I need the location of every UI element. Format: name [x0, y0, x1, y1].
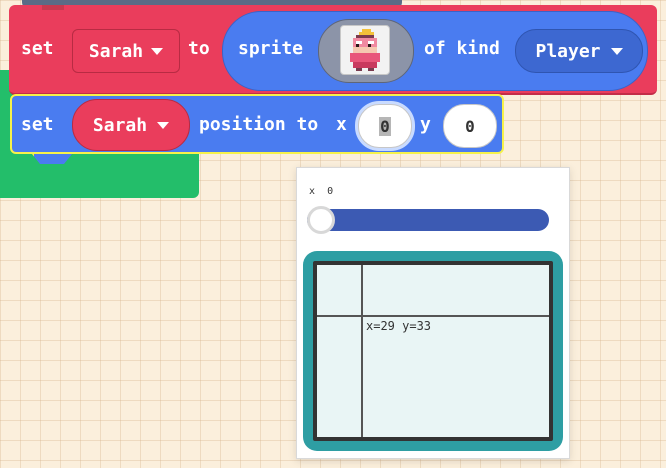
variable-dropdown[interactable]: Sarah [72, 29, 180, 73]
variable-dropdown[interactable]: Sarah [72, 99, 190, 151]
caret-down-icon [610, 47, 623, 55]
x-slider-thumb[interactable] [307, 206, 335, 234]
caret-down-icon [151, 47, 164, 55]
slider-label: x 0 [309, 186, 333, 197]
block-notch [42, 5, 64, 10]
variable-name: Sarah [92, 114, 148, 136]
kind-name: Player [535, 40, 601, 62]
to-label: to [188, 38, 210, 59]
x-value: 0 [379, 116, 391, 136]
set-label: set [21, 114, 54, 135]
x-input[interactable]: 0 [358, 104, 412, 148]
slider-value: 0 [327, 186, 334, 197]
caret-down-icon [157, 121, 170, 129]
x-label: x [336, 114, 347, 135]
of-kind-label: of kind [424, 38, 500, 59]
crosshair-vertical [361, 265, 363, 437]
x-slider-track[interactable] [307, 209, 549, 231]
crosshair-horizontal [317, 315, 549, 317]
crosshair-readout: x=29 y=33 [366, 319, 432, 333]
y-value: 0 [465, 116, 475, 136]
princess-sprite-icon[interactable] [340, 25, 390, 75]
set-label: set [21, 38, 54, 59]
sprite-label: sprite [238, 38, 304, 59]
kind-dropdown[interactable]: Player [515, 29, 643, 73]
y-label: y [420, 114, 431, 135]
y-input[interactable]: 0 [443, 104, 497, 148]
position-grid-screen[interactable] [313, 261, 553, 441]
position-to-label: position to [199, 114, 319, 135]
variable-name: Sarah [88, 40, 144, 62]
slider-axis: x [309, 186, 316, 197]
